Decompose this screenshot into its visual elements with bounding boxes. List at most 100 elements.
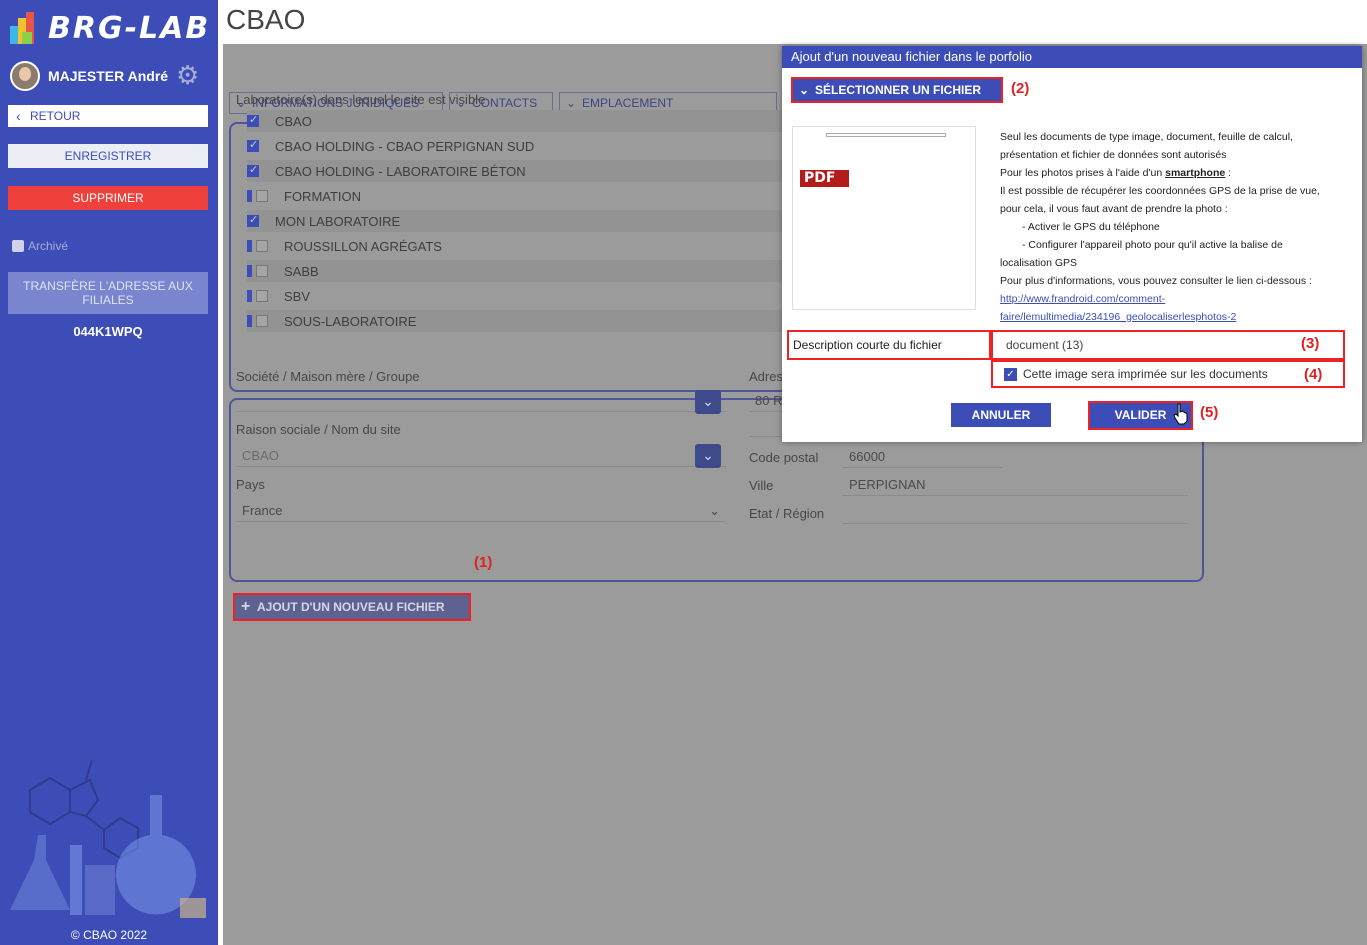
checkbox-icon[interactable] <box>256 190 268 202</box>
lab-item[interactable]: CBAO HOLDING - CBAO PERPIGNAN SUD <box>247 135 787 157</box>
checkbox-icon[interactable] <box>256 315 268 327</box>
back-label: RETOUR <box>30 109 81 123</box>
info-line: Pour plus d'informations, vous pouvez co… <box>1000 275 1312 287</box>
country-label: Pays <box>236 477 265 492</box>
city-input[interactable]: PERPIGNAN <box>843 474 1188 496</box>
country-select[interactable]: France ⌄ <box>236 500 726 522</box>
info-text: : <box>1225 167 1232 179</box>
address-line-2[interactable] <box>749 415 785 437</box>
raison-input[interactable]: CBAO <box>236 445 726 467</box>
checkbox-partial-icon[interactable] <box>247 265 252 277</box>
hand-cursor-icon <box>1173 403 1188 425</box>
info-line: Il est possible de récupérer les coordon… <box>1000 185 1320 197</box>
lab-label: SABB <box>284 263 319 279</box>
upload-info: Seul les documents de type image, docume… <box>1000 128 1345 326</box>
description-input[interactable]: document (13) <box>991 330 1345 360</box>
add-file-button[interactable]: + AJOUT D'UN NOUVEAU FICHIER <box>233 593 471 621</box>
checkbox-checked-icon[interactable] <box>247 113 259 127</box>
labs-title: Laboratoire(s) dans lequel le site est v… <box>236 92 486 107</box>
copyright: © CBAO 2022 <box>70 928 148 942</box>
region-label: Etat / Région <box>749 506 825 521</box>
country-value: France <box>242 503 283 518</box>
checkbox-partial-icon[interactable] <box>247 290 252 302</box>
chevron-down-icon[interactable]: ⌄ <box>695 390 721 414</box>
checkbox-partial-icon[interactable] <box>247 190 252 202</box>
transfer-address-button[interactable]: TRANSFÈRE L'ADRESSE AUX FILIALES <box>8 272 208 314</box>
checkbox-icon[interactable] <box>256 265 268 277</box>
gps-help-link[interactable]: faire/lemultimedia/234196_geolocaliserle… <box>1000 311 1236 323</box>
info-line: - Activer le GPS du téléphone <box>1022 221 1160 233</box>
checkbox-checked-icon[interactable] <box>247 138 259 152</box>
checkbox-checked-icon[interactable] <box>247 213 259 227</box>
chevron-down-icon: ⌄ <box>709 503 720 518</box>
checkbox-icon[interactable] <box>256 290 268 302</box>
lab-item[interactable]: FORMATION <box>247 185 787 207</box>
address-input[interactable]: 80 R <box>749 390 785 412</box>
city-label: Ville <box>749 478 774 493</box>
preview-document-header <box>826 133 946 137</box>
lab-item[interactable]: SABB <box>247 260 787 282</box>
region-input[interactable] <box>843 502 1188 524</box>
select-file-button[interactable]: ⌄ SÉLECTIONNER UN FICHIER <box>791 77 1003 103</box>
info-text: Pour les photos prises à l'aide d'un <box>1000 167 1166 179</box>
lab-item[interactable]: ROUSSILLON AGRÉGATS <box>247 235 787 257</box>
postal-code-input[interactable]: 66000 <box>843 446 1003 468</box>
archived-label: Archivé <box>28 239 69 253</box>
select-file-label: SÉLECTIONNER UN FICHIER <box>815 83 982 97</box>
add-file-label: AJOUT D'UN NOUVEAU FICHIER <box>257 600 445 614</box>
postal-code-label: Code postal <box>749 450 819 465</box>
lab-label: CBAO HOLDING - LABORATOIRE BÉTON <box>275 163 526 179</box>
info-line: - Configurer l'appareil photo pour qu'il… <box>1022 239 1283 251</box>
description-label: Description courte du fichier <box>787 330 991 360</box>
app-logo: BRG-LAB <box>8 8 210 48</box>
print-on-documents-checkbox[interactable]: ✓ Cette image sera imprimée sur les docu… <box>991 360 1345 388</box>
company-select[interactable] <box>236 390 726 412</box>
gps-help-link[interactable]: http://www.frandroid.com/comment- <box>1000 293 1165 305</box>
user-name: MAJESTER André <box>48 68 169 84</box>
site-code: 044K1WPQ <box>73 324 143 339</box>
address-label: Adres <box>749 369 783 384</box>
lab-item[interactable]: CBAO <box>247 110 787 132</box>
back-button[interactable]: ‹ RETOUR <box>8 105 208 127</box>
delete-button[interactable]: SUPPRIMER <box>8 186 208 210</box>
annotation-1: (1) <box>474 554 493 571</box>
avatar[interactable] <box>10 61 40 91</box>
lab-label: MON LABORATOIRE <box>275 213 401 229</box>
add-file-dialog: Ajout d'un nouveau fichier dans le porfo… <box>782 46 1362 442</box>
chevron-down-icon[interactable]: ⌄ <box>695 444 721 468</box>
checkbox-checked-icon[interactable] <box>247 163 259 177</box>
dialog-title: Ajout d'un nouveau fichier dans le porfo… <box>782 46 1362 68</box>
info-line: Seul les documents de type image, docume… <box>1000 131 1294 143</box>
annotation-5: (5) <box>1200 404 1219 421</box>
gear-icon[interactable]: ⚙ <box>176 62 202 88</box>
annotation-3: (3) <box>1301 335 1320 352</box>
info-line: localisation GPS <box>1000 257 1078 269</box>
info-link[interactable]: http://www.frandroid.com/comment- <box>1000 290 1345 308</box>
info-link[interactable]: faire/lemultimedia/234196_geolocaliserle… <box>1000 308 1345 326</box>
info-line: présentation et fichier de données sont … <box>1000 149 1227 161</box>
company-label: Société / Maison mère / Groupe <box>236 369 420 384</box>
lab-item[interactable]: SBV <box>247 285 787 307</box>
chevron-left-icon: ‹ <box>16 108 21 124</box>
lab-item[interactable]: SOUS-LABORATOIRE <box>247 310 787 332</box>
info-line: Pour les photos prises à l'aide d'un sma… <box>1000 164 1345 182</box>
archived-checkbox[interactable]: Archivé <box>12 239 68 253</box>
lab-label: SBV <box>284 288 311 304</box>
file-preview: PDF <box>792 126 976 310</box>
sidebar: BRG-LAB MAJESTER André ⚙ ‹ RETOUR ENREGI… <box>0 0 218 945</box>
lab-glassware-illustration <box>10 759 206 918</box>
checkbox-icon[interactable] <box>256 240 268 252</box>
user-profile: MAJESTER André ⚙ <box>10 60 210 92</box>
lab-item[interactable]: CBAO HOLDING - LABORATOIRE BÉTON <box>247 160 787 182</box>
checkbox-partial-icon[interactable] <box>247 240 252 252</box>
annotation-2: (2) <box>1011 80 1030 97</box>
lab-label: ROUSSILLON AGRÉGATS <box>284 238 442 254</box>
cancel-button[interactable]: ANNULER <box>951 403 1051 427</box>
plus-icon: + <box>241 598 251 615</box>
lab-item[interactable]: MON LABORATOIRE <box>247 210 787 232</box>
logo-icon <box>8 10 44 46</box>
annotation-4: (4) <box>1304 366 1323 383</box>
checkbox-partial-icon[interactable] <box>247 315 252 327</box>
save-button[interactable]: ENREGISTRER <box>8 144 208 168</box>
chevron-down-icon: ⌄ <box>799 83 810 97</box>
